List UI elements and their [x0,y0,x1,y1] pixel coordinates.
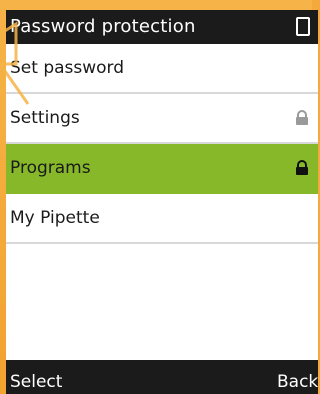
title-bar: Password protection [6,10,318,44]
menu-item-programs[interactable]: Programs [6,144,318,194]
menu-item-label: Settings [10,108,80,128]
select-softkey[interactable]: Select [10,372,62,392]
back-softkey[interactable]: Back [277,372,318,392]
menu-item-set-password[interactable]: Set password [6,44,318,94]
lock-icon [296,160,308,175]
softkey-bar: Select Back [6,360,318,394]
menu-list: Set password Settings Programs My Pipett… [6,44,318,244]
menu-item-label: Programs [10,158,91,178]
lock-icon [296,110,308,125]
menu-item-my-pipette[interactable]: My Pipette [6,194,318,244]
battery-icon [296,17,310,36]
menu-item-label: Set password [10,58,125,78]
menu-empty-space [6,244,318,360]
menu-item-settings[interactable]: Settings [6,94,318,144]
menu-item-label: My Pipette [10,208,100,228]
device-screen: Password protection Set password Setting… [6,10,318,394]
screen-title: Password protection [10,16,196,37]
